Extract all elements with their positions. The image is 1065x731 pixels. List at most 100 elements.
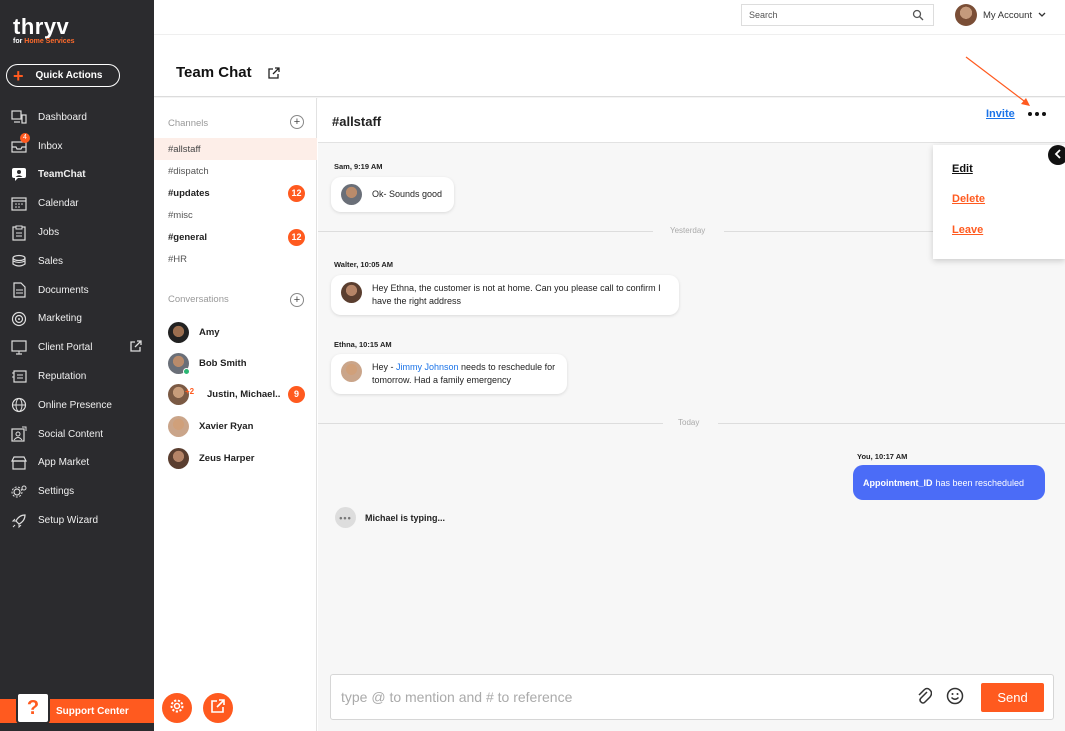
nav-label: Reputation [38, 371, 87, 383]
menu-item-delete[interactable]: Delete [952, 193, 985, 205]
nav-item-sales[interactable]: Sales [0, 247, 154, 276]
page-title: Team Chat [176, 64, 252, 81]
extra-members-count: +2 [185, 387, 195, 396]
channel-item[interactable]: #allstaff [154, 138, 317, 160]
brand-logo[interactable]: thryv for Home Services [13, 14, 74, 45]
external-link-icon[interactable] [130, 340, 142, 355]
rocket-icon [10, 512, 28, 530]
chevron-left-icon [1054, 146, 1062, 164]
conversation-item[interactable]: Bob Smith [168, 351, 247, 375]
typing-indicator: ••• Michael is typing... [335, 507, 445, 528]
nav-item-teamchat[interactable]: TeamChat [0, 161, 154, 190]
nav-label: Settings [38, 486, 75, 498]
message-meta: Ethna, 10:15 AM [334, 340, 392, 349]
paperclip-icon[interactable] [916, 687, 933, 710]
add-conversation-button[interactable]: + [290, 293, 304, 307]
search-placeholder: Search [749, 10, 778, 20]
quick-actions-button[interactable]: + Quick Actions [6, 64, 120, 87]
nav-item-documents[interactable]: Documents [0, 276, 154, 305]
page-header: Team Chat [154, 35, 1065, 97]
nav-list: Dashboard 4 Inbox TeamChat Calendar Jobs… [0, 103, 154, 535]
settings-button[interactable] [162, 693, 192, 723]
nav-label: Client Portal [38, 342, 93, 354]
nav-item-marketing[interactable]: Marketing [0, 305, 154, 334]
brand-name: thryv [13, 14, 70, 39]
nav-item-social-content[interactable]: Social Content [0, 420, 154, 449]
search-input[interactable]: Search [741, 4, 934, 26]
conversation-item[interactable]: Xavier Ryan [168, 414, 253, 438]
nav-item-jobs[interactable]: Jobs [0, 218, 154, 247]
nav-label: Social Content [38, 428, 104, 440]
nav-label: Documents [38, 284, 89, 296]
channel-item[interactable]: #general 12 [154, 226, 317, 248]
message-input[interactable]: type @ to mention and # to reference [341, 689, 572, 705]
conversation-item[interactable]: Amy [168, 320, 220, 344]
channel-item[interactable]: #HR [154, 248, 317, 270]
jobs-icon [10, 224, 28, 242]
nav-item-reputation[interactable]: Reputation [0, 362, 154, 391]
nav-label: Marketing [38, 313, 82, 325]
documents-icon [10, 281, 28, 299]
channel-item[interactable]: #updates 12 [154, 182, 317, 204]
social-content-icon [10, 425, 28, 443]
message-text: Hey - Jimmy Johnson needs to reschedule … [372, 362, 556, 385]
plus-icon: + [13, 65, 24, 86]
nav-item-app-market[interactable]: App Market [0, 449, 154, 478]
brand-subtitle: for Home Services [13, 38, 75, 45]
search-icon[interactable] [912, 9, 924, 23]
channel-name: #allstaff [332, 114, 382, 129]
message-meta: You, 10:17 AM [857, 452, 908, 461]
message-bubble: Hey - Jimmy Johnson needs to reschedule … [331, 354, 568, 394]
menu-item-edit[interactable]: Edit [952, 163, 973, 175]
user-mention[interactable]: Jimmy Johnson [396, 362, 459, 372]
account-menu[interactable]: My Account [955, 4, 1046, 26]
help-icon: ? [16, 692, 50, 724]
nav-label: Inbox [38, 140, 63, 152]
avatar [341, 184, 362, 205]
open-external-icon[interactable] [268, 66, 280, 84]
conversation-item[interactable]: +2 Justin, Michael.. 9 [168, 382, 308, 406]
account-label: My Account [983, 9, 1033, 21]
menu-item-leave[interactable]: Leave [952, 224, 983, 236]
collapse-panel-button[interactable] [1048, 145, 1065, 165]
chat-panel: #allstaff Invite Sam, 9:19 AM Ok- Sounds… [318, 98, 1065, 731]
chat-header: #allstaff Invite [318, 98, 1065, 143]
nav-label: App Market [38, 457, 90, 469]
nav-item-setup-wizard[interactable]: Setup Wizard [0, 506, 154, 535]
nav-label: Jobs [38, 227, 60, 239]
nav-label: Online Presence [38, 399, 112, 411]
client-portal-icon [10, 339, 28, 357]
channel-item[interactable]: #misc [154, 204, 317, 226]
send-button[interactable]: Send [981, 683, 1044, 712]
support-center-label: Support Center [56, 705, 129, 717]
open-popout-button[interactable] [203, 693, 233, 723]
app-market-icon [10, 454, 28, 472]
nav-label: Setup Wizard [38, 515, 99, 527]
nav-item-dashboard[interactable]: Dashboard [0, 103, 154, 132]
nav-item-inbox[interactable]: 4 Inbox [0, 132, 154, 161]
conversation-item[interactable]: Zeus Harper [168, 446, 254, 470]
nav-item-settings[interactable]: Settings [0, 477, 154, 506]
support-center-button[interactable]: ? Support Center [0, 692, 154, 724]
date-divider: Today [318, 418, 1065, 427]
more-options-icon[interactable] [1028, 112, 1046, 116]
message-composer[interactable]: type @ to mention and # to reference Sen… [330, 674, 1054, 720]
add-channel-button[interactable]: + [290, 115, 304, 129]
quick-actions-label: Quick Actions [35, 70, 103, 81]
nav-item-client-portal[interactable]: Client Portal [0, 333, 154, 362]
online-indicator [183, 367, 190, 375]
avatar [341, 282, 362, 303]
nav-label: TeamChat [38, 169, 86, 181]
channel-list-panel: Channels + #allstaff #dispatch #updates 1… [154, 98, 317, 731]
nav-label: Calendar [38, 198, 79, 210]
nav-item-calendar[interactable]: Calendar [0, 189, 154, 218]
channel-item[interactable]: #dispatch [154, 160, 317, 182]
message-meta: Walter, 10:05 AM [334, 260, 394, 269]
nav-label: Dashboard [38, 111, 87, 123]
nav-item-online-presence[interactable]: Online Presence [0, 391, 154, 420]
teamchat-icon [10, 166, 28, 184]
top-bar: Search My Account [154, 0, 1065, 35]
chevron-down-icon [1038, 10, 1046, 21]
reputation-icon [10, 368, 28, 386]
emoji-icon[interactable] [946, 687, 964, 710]
